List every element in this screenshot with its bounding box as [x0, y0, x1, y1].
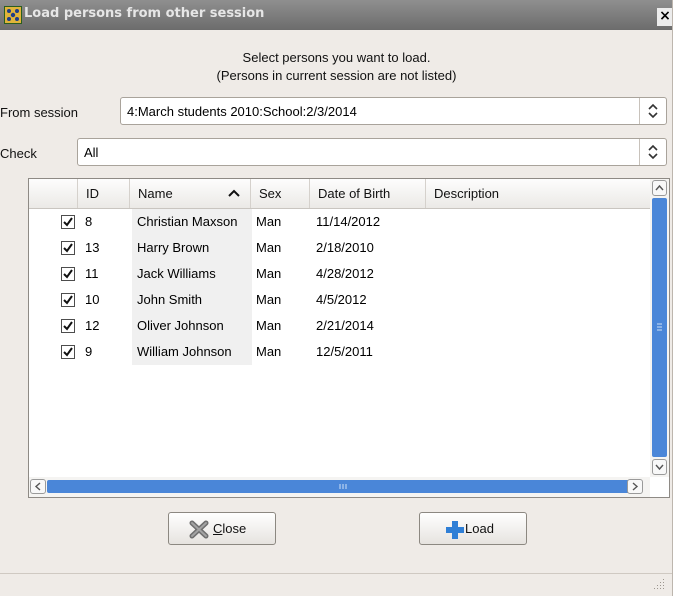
load-button[interactable]: Load	[419, 512, 527, 545]
instruction-line-1: Select persons you want to load.	[242, 50, 431, 65]
table-row[interactable]: 11 Jack Williams Man 4/28/2012	[29, 261, 650, 287]
row-id: 8	[85, 214, 93, 229]
instruction-line-2: (Persons in current session are not list…	[216, 68, 457, 83]
up-down-arrows-icon	[639, 98, 666, 124]
table-row[interactable]: 12 Oliver Johnson Man 2/21/2014	[29, 313, 650, 339]
row-name: Christian Maxson	[137, 214, 238, 229]
status-bar	[0, 573, 672, 596]
table-row[interactable]: 9 William Johnson Man 12/5/2011	[29, 339, 650, 365]
horizontal-scroll-thumb[interactable]	[47, 480, 640, 493]
app-grid-icon	[4, 6, 22, 24]
scroll-down-icon[interactable]	[652, 459, 667, 475]
close-button-label: Close	[213, 521, 246, 536]
table-row[interactable]: 8 Christian Maxson Man 11/14/2012	[29, 209, 650, 235]
row-name: Jack Williams	[137, 266, 216, 281]
from-session-value: 4:March students 2010:School:2/3/2014	[127, 104, 357, 119]
title-bar[interactable]: Load persons from other session ×	[0, 0, 672, 30]
close-icon[interactable]: ×	[657, 8, 672, 26]
close-rest: lose	[222, 521, 247, 536]
row-checkbox[interactable]	[61, 215, 75, 229]
header-sex[interactable]: Sex	[251, 179, 310, 208]
horizontal-scrollbar[interactable]	[29, 477, 650, 497]
row-dob: 12/5/2011	[316, 344, 373, 359]
close-mnemonic: C	[213, 521, 223, 536]
table-header: ID Name Sex Date of Birth Description	[29, 179, 650, 209]
check-combo[interactable]: All	[77, 138, 667, 166]
row-id: 10	[85, 292, 100, 307]
plus-icon	[445, 520, 465, 543]
row-id: 13	[85, 240, 100, 255]
up-down-arrows-icon	[639, 139, 666, 165]
row-dob: 4/5/2012	[316, 292, 367, 307]
row-checkbox[interactable]	[61, 293, 75, 307]
table-row[interactable]: 10 John Smith Man 4/5/2012	[29, 287, 650, 313]
from-session-label: From session	[0, 105, 79, 120]
row-name: William Johnson	[137, 344, 232, 359]
row-name: John Smith	[137, 292, 203, 307]
row-checkbox[interactable]	[61, 267, 75, 281]
row-sex: Man	[256, 214, 282, 229]
table-row[interactable]: 13 Harry Brown Man 2/18/2010	[29, 235, 650, 261]
row-dob: 2/18/2010	[316, 240, 374, 255]
scroll-left-icon[interactable]	[30, 479, 46, 494]
row-sex: Man	[256, 318, 282, 333]
row-checkbox[interactable]	[61, 319, 75, 333]
persons-table[interactable]: ID Name Sex Date of Birth Description 8 …	[28, 178, 670, 498]
header-description[interactable]: Description	[426, 179, 650, 208]
header-name-label: Name	[138, 186, 173, 201]
row-sex: Man	[256, 292, 282, 307]
close-button[interactable]: Close	[168, 512, 276, 545]
check-label: Check	[0, 146, 37, 161]
header-date-of-birth[interactable]: Date of Birth	[310, 179, 426, 208]
scroll-right-icon[interactable]	[627, 479, 643, 494]
header-name[interactable]: Name	[130, 179, 251, 208]
window-title: Load persons from other session	[24, 6, 265, 21]
dialog-window: Load persons from other session × Select…	[0, 0, 673, 596]
header-check-column[interactable]	[29, 179, 78, 208]
scroll-up-icon[interactable]	[652, 180, 667, 196]
vertical-scrollbar[interactable]	[650, 179, 669, 477]
row-id: 11	[85, 266, 99, 281]
row-name: Oliver Johnson	[137, 318, 224, 333]
row-dob: 4/28/2012	[316, 266, 374, 281]
header-id[interactable]: ID	[78, 179, 130, 208]
row-dob: 2/21/2014	[316, 318, 374, 333]
row-name: Harry Brown	[137, 240, 210, 255]
row-sex: Man	[256, 240, 282, 255]
vertical-scroll-thumb[interactable]	[652, 198, 667, 457]
resize-grip-icon[interactable]	[654, 578, 666, 593]
check-value: All	[84, 145, 99, 160]
row-id: 12	[85, 318, 100, 333]
row-id: 9	[85, 344, 93, 359]
from-session-combo[interactable]: 4:March students 2010:School:2/3/2014	[120, 97, 667, 125]
load-button-label: Load	[465, 521, 494, 536]
x-icon	[189, 520, 209, 542]
row-checkbox[interactable]	[61, 241, 75, 255]
row-dob: 11/14/2012	[316, 214, 381, 229]
row-sex: Man	[256, 344, 282, 359]
row-checkbox[interactable]	[61, 345, 75, 359]
row-sex: Man	[256, 266, 282, 281]
